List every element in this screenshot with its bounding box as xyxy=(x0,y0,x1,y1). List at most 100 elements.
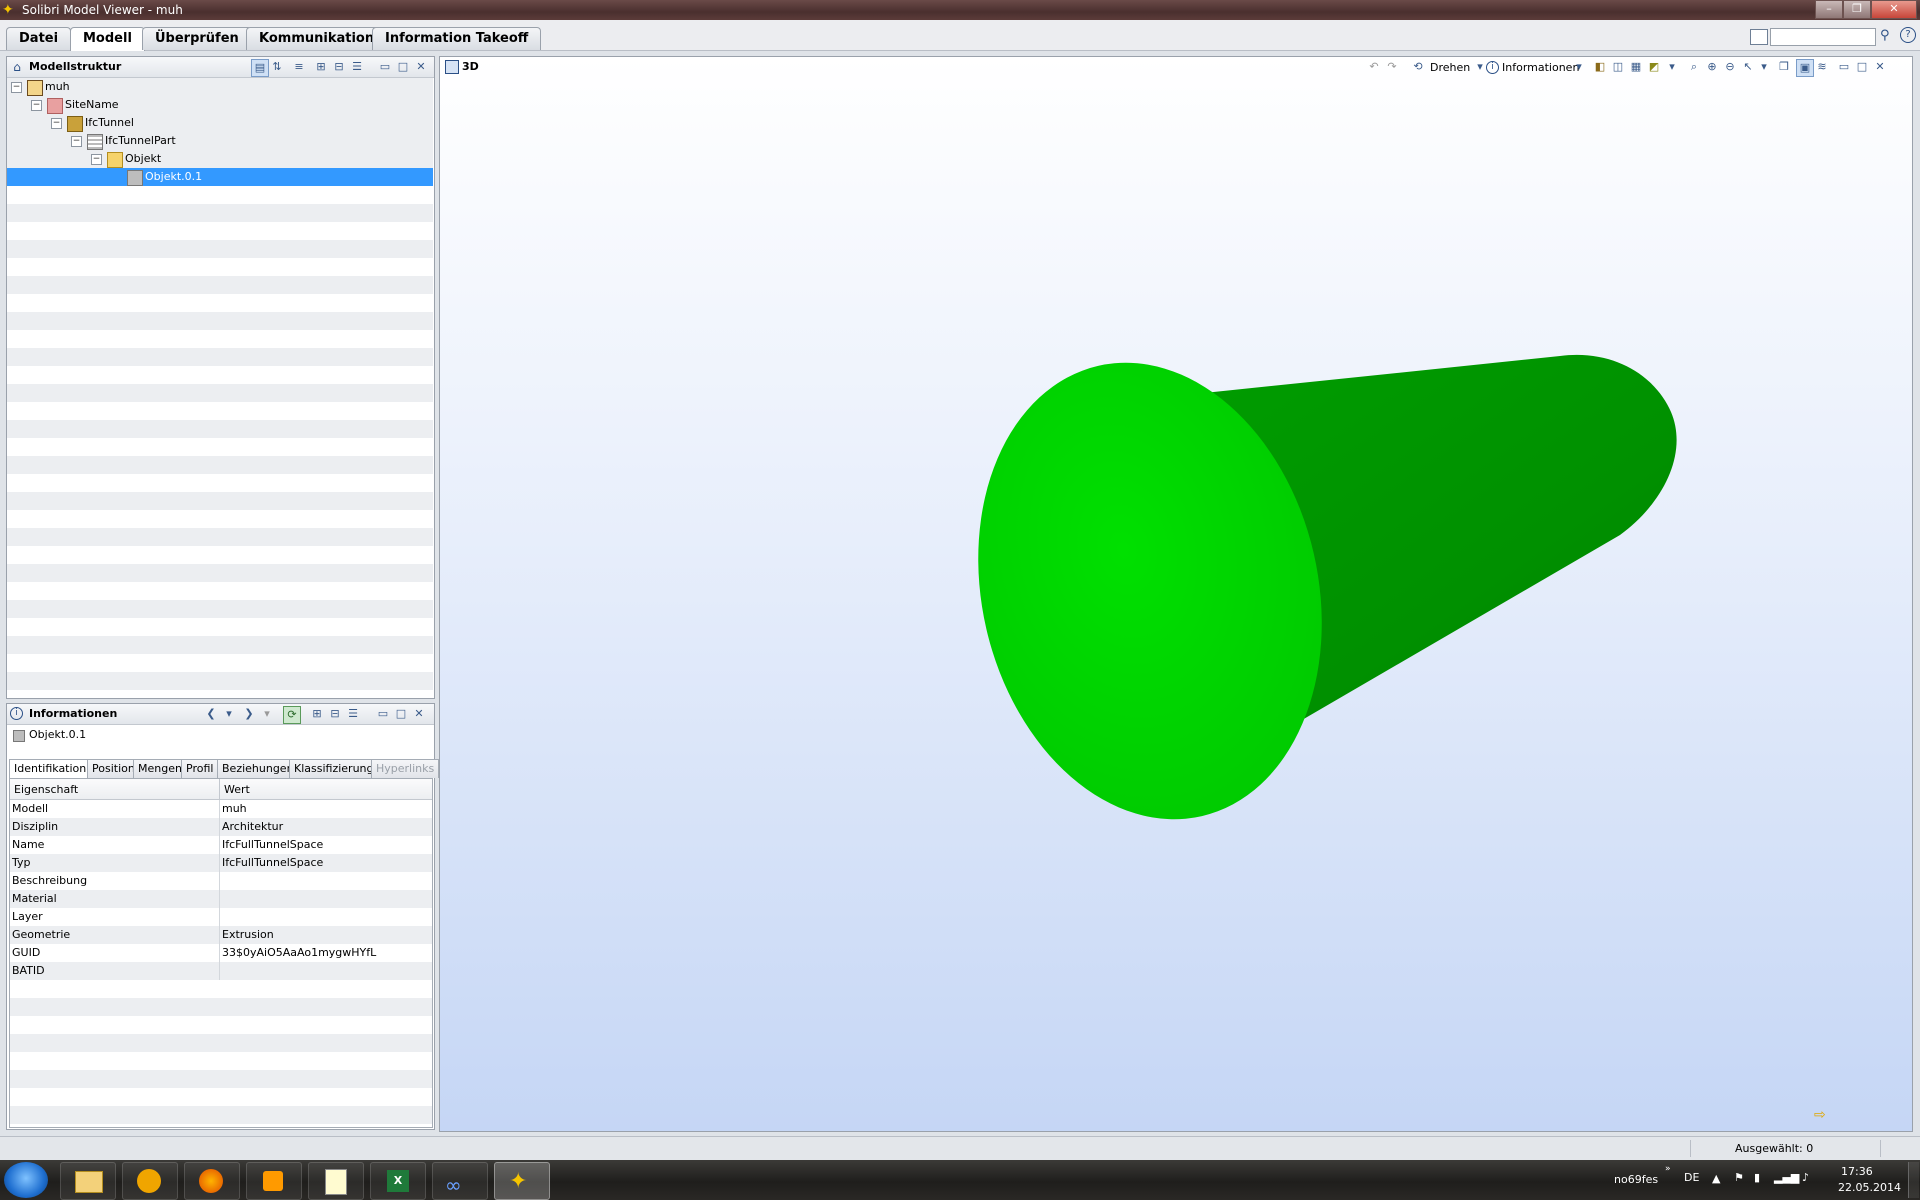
chevron-down-icon[interactable]: ▾ xyxy=(1664,59,1680,75)
explorer-taskbar-icon[interactable] xyxy=(60,1162,116,1200)
filter-icon[interactable]: ≡ xyxy=(291,59,307,75)
tree-node-muh[interactable]: − muh xyxy=(7,78,433,96)
close-button[interactable]: ✕ xyxy=(1871,0,1917,19)
collapse-all-icon[interactable]: ⊟ xyxy=(327,706,343,722)
tray-up-icon[interactable]: ▲ xyxy=(1712,1172,1720,1185)
minimize-panel-icon[interactable]: ▭ xyxy=(377,59,393,75)
tab-mengen[interactable]: Mengen xyxy=(133,759,187,778)
zoom-out-icon[interactable]: ⊖ xyxy=(1722,59,1738,75)
tree-node-sitename[interactable]: − SiteName xyxy=(7,96,433,114)
table-row[interactable]: Typ IfcFullTunnelSpace xyxy=(10,854,432,872)
table-row[interactable]: Layer xyxy=(10,908,432,926)
rotate-icon[interactable]: ⟲ xyxy=(1410,59,1426,75)
expander-icon[interactable]: − xyxy=(11,82,22,93)
close-panel-icon[interactable]: ✕ xyxy=(413,59,429,75)
arrow-right-icon[interactable]: ⇨ xyxy=(1814,1107,1826,1123)
tab-profil[interactable]: Profil xyxy=(181,759,219,778)
table-row[interactable]: GUID 33$0yAiO5AaAo1mygwHYfL xyxy=(10,944,432,962)
outlook-taskbar-icon[interactable] xyxy=(122,1162,178,1200)
window-icon[interactable]: ❐ xyxy=(1776,59,1792,75)
expander-icon[interactable]: − xyxy=(71,136,82,147)
table-row[interactable]: Beschreibung xyxy=(10,872,432,890)
table-row[interactable]: Disziplin Architektur xyxy=(10,818,432,836)
back-icon[interactable]: ❮ xyxy=(203,706,219,722)
app-taskbar-icon[interactable]: ∞ xyxy=(432,1162,488,1200)
layout-icon[interactable] xyxy=(1750,29,1768,45)
maximize-panel-icon[interactable]: □ xyxy=(1854,59,1870,75)
expander-icon[interactable]: − xyxy=(51,118,62,129)
minimize-panel-icon[interactable]: ▭ xyxy=(375,706,391,722)
tab-ueberpruefen[interactable]: Überprüfen xyxy=(142,27,252,50)
list-icon[interactable]: ☰ xyxy=(345,706,361,722)
maximize-panel-icon[interactable]: □ xyxy=(395,59,411,75)
table-row[interactable]: Material xyxy=(10,890,432,908)
zoom-in-icon[interactable]: ⊕ xyxy=(1704,59,1720,75)
sync-icon[interactable]: ⟳ xyxy=(283,706,301,724)
tree-node-objekt-0-1[interactable]: Objekt.0.1 xyxy=(7,168,433,186)
firefox-taskbar-icon[interactable] xyxy=(184,1162,240,1200)
minimize-button[interactable]: – xyxy=(1815,0,1843,19)
help-icon[interactable]: ? xyxy=(1900,27,1916,43)
info-icon[interactable]: i xyxy=(1486,61,1499,74)
find-icon[interactable]: ⚲ xyxy=(1880,28,1890,43)
forward-icon[interactable]: ❯ xyxy=(241,706,257,722)
tree-node-ifctunnel[interactable]: − IfcTunnel xyxy=(7,114,433,132)
shaded-box-icon[interactable]: ◩ xyxy=(1646,59,1662,75)
pointer-icon[interactable]: ↖ xyxy=(1740,59,1756,75)
undo-icon[interactable]: ↶ xyxy=(1366,59,1382,75)
view3d-canvas[interactable] xyxy=(440,57,1912,1131)
info-dropdown[interactable]: Informationen xyxy=(1502,61,1579,74)
tree-node-objekt[interactable]: − Objekt xyxy=(7,150,433,168)
sort-icon[interactable]: ⇅ xyxy=(269,59,285,75)
start-button[interactable] xyxy=(4,1162,48,1198)
box-icon[interactable]: ◧ xyxy=(1592,59,1608,75)
dropdown-icon[interactable]: ▾ xyxy=(259,706,275,722)
zoom-fit-icon[interactable]: ⌕ xyxy=(1686,59,1702,75)
rotate-dropdown[interactable]: Drehen xyxy=(1430,61,1470,74)
tab-information-takeoff[interactable]: Information Takeoff xyxy=(372,27,542,50)
tray-language[interactable]: DE xyxy=(1684,1171,1699,1184)
show-desktop-button[interactable] xyxy=(1908,1162,1919,1198)
tab-beziehungen[interactable]: Beziehungen xyxy=(217,759,299,778)
tab-klassifizierung[interactable]: Klassifizierung xyxy=(289,759,379,778)
chevron-down-icon[interactable]: ▾ xyxy=(1756,59,1772,75)
media-player-taskbar-icon[interactable] xyxy=(246,1162,302,1200)
tray-overflow-icon[interactable]: » xyxy=(1665,1164,1671,1174)
tab-identifikation[interactable]: Identifikation xyxy=(9,759,92,779)
tree-node-ifctunnelpart[interactable]: − IfcTunnelPart xyxy=(7,132,433,150)
box-outline-icon[interactable]: ◫ xyxy=(1610,59,1626,75)
cylinder-svg[interactable] xyxy=(440,57,1912,1131)
column-divider[interactable] xyxy=(219,779,220,799)
tab-datei[interactable]: Datei xyxy=(6,27,72,50)
expand-all-icon[interactable]: ⊞ xyxy=(309,706,325,722)
tree-view-icon[interactable]: ▤ xyxy=(251,59,269,77)
tray-time[interactable]: 17:36 xyxy=(1841,1165,1873,1178)
expand-all-icon[interactable]: ⊞ xyxy=(313,59,329,75)
maximize-button[interactable]: ❐ xyxy=(1843,0,1871,19)
table-row[interactable]: Name IfcFullTunnelSpace xyxy=(10,836,432,854)
table-row[interactable]: Geometrie Extrusion xyxy=(10,926,432,944)
flag-icon[interactable]: ⚑ xyxy=(1734,1171,1744,1184)
box-wire-icon[interactable]: ▦ xyxy=(1628,59,1644,75)
tab-position[interactable]: Position xyxy=(87,759,140,778)
collapse-all-icon[interactable]: ⊟ xyxy=(331,59,347,75)
column-header-eigenschaft[interactable]: Eigenschaft xyxy=(14,783,78,796)
chevron-down-icon[interactable]: ▾ xyxy=(1571,59,1587,75)
tray-user[interactable]: no69fes xyxy=(1614,1173,1658,1186)
maximize-panel-icon[interactable]: □ xyxy=(393,706,409,722)
expander-icon[interactable]: − xyxy=(91,154,102,165)
redo-icon[interactable]: ↷ xyxy=(1384,59,1400,75)
battery-icon[interactable]: ▮ xyxy=(1754,1171,1760,1184)
table-row[interactable]: Modell muh xyxy=(10,800,432,818)
tab-modell[interactable]: Modell xyxy=(70,27,145,51)
solibri-taskbar-icon[interactable]: ✦ xyxy=(494,1162,550,1200)
tray-date[interactable]: 22.05.2014 xyxy=(1838,1181,1901,1194)
editor-taskbar-icon[interactable] xyxy=(308,1162,364,1200)
table-row[interactable]: BATID xyxy=(10,962,432,980)
layers-icon[interactable]: ≋ xyxy=(1814,59,1830,75)
tab-kommunikation[interactable]: Kommunikation xyxy=(246,27,388,50)
excel-taskbar-icon[interactable]: X xyxy=(370,1162,426,1200)
dropdown-icon[interactable]: ▾ xyxy=(221,706,237,722)
close-panel-icon[interactable]: ✕ xyxy=(1872,59,1888,75)
search-input[interactable] xyxy=(1770,28,1876,46)
